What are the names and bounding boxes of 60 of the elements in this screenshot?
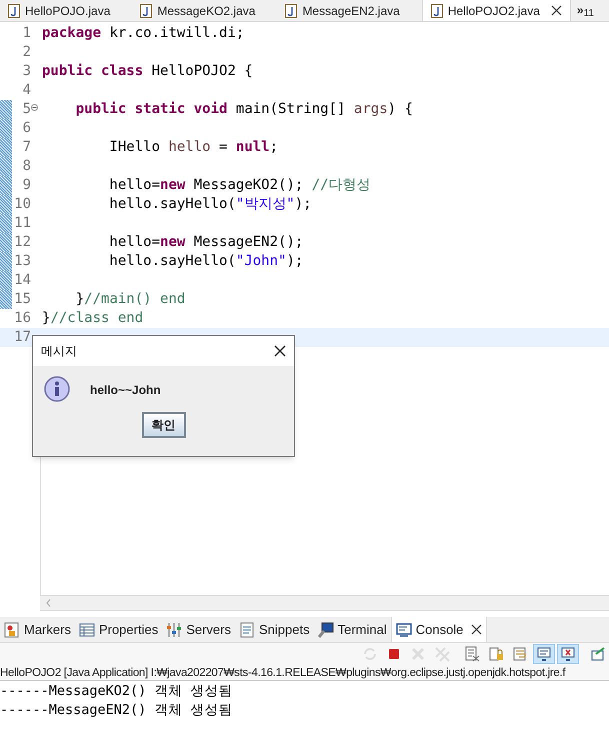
editor-tab[interactable]: MessageEN2.java: [277, 0, 408, 21]
view-tab[interactable]: Terminal: [314, 617, 391, 642]
close-icon[interactable]: [471, 624, 482, 635]
servers-view-icon: [166, 622, 182, 638]
line-number: 3: [22, 62, 31, 81]
line-number: 11: [14, 214, 31, 233]
close-icon[interactable]: [550, 5, 562, 16]
editor-tab[interactable]: HelloPOJO.java: [0, 0, 118, 21]
line-number: 2: [22, 43, 31, 62]
code-line: hello.sayHello("John");: [108, 252, 304, 271]
console-line: ------MessageKO2() 객체 생성됨: [0, 682, 234, 701]
code-line: }//class end: [41, 309, 144, 328]
line-number: 10: [14, 195, 31, 214]
line-number: 17: [14, 328, 31, 347]
view-tab[interactable]: Console: [390, 617, 488, 642]
line-number: 8: [22, 157, 31, 176]
editor-tab[interactable]: MessageKO2.java: [132, 0, 264, 21]
java-file-icon: [430, 4, 443, 18]
editor-tab[interactable]: HelloPOJO2.java: [422, 0, 571, 21]
properties-view-icon: [78, 622, 95, 638]
line-number: 5: [22, 100, 31, 119]
line-number: 9: [22, 176, 31, 195]
java-file-icon: [285, 4, 298, 18]
snippets-view-icon: [239, 622, 255, 638]
monitor-error-icon[interactable]: [557, 644, 579, 664]
code-line: IHello hello = null;: [108, 138, 278, 157]
dialog-message: hello~~John: [90, 382, 161, 398]
java-file-icon: [140, 4, 152, 18]
monitor-icon[interactable]: [533, 644, 555, 664]
view-tab[interactable]: Properties: [74, 617, 162, 642]
code-line: public static void main(String[] args) {: [74, 100, 413, 119]
line-number: 12: [14, 233, 31, 252]
collapse-icon[interactable]: [31, 104, 38, 111]
code-line: package kr.co.itwill.di;: [41, 24, 244, 43]
code-line: hello.sayHello("박지성");: [108, 195, 312, 214]
console-process-label: HelloPOJO2 [Java Application] I:₩java202207₩sts-4.16.1.RELEASE₩plugins₩org.eclipse.justj.openjdk.hotspot.jre.f: [0, 665, 609, 681]
line-number: 6: [22, 119, 31, 138]
java-file-icon: [8, 4, 20, 18]
view-tab[interactable]: Snippets: [235, 617, 314, 642]
line-number: 15: [14, 290, 31, 309]
view-tab[interactable]: Markers: [0, 617, 75, 642]
line-number: 14: [14, 271, 31, 290]
line-number: 4: [22, 81, 31, 100]
code-line: hello=new MessageEN2();: [108, 233, 304, 252]
dialog-title: 메시지: [41, 343, 77, 360]
ok-button[interactable]: 확인: [142, 412, 186, 438]
line-number: 13: [14, 252, 31, 271]
line-number: 7: [22, 138, 31, 157]
info-icon: [44, 376, 70, 403]
code-line: hello=new MessageKO2(); //다형성: [108, 176, 371, 195]
line-number: 16: [14, 309, 31, 328]
markers-view-icon: [4, 622, 20, 638]
code-line: }//main() end: [74, 290, 186, 309]
view-tab[interactable]: Servers: [162, 617, 235, 642]
console-line: ------MessageEN2() 객체 생성됨: [0, 701, 234, 720]
code-line: public class HelloPOJO2 {: [41, 62, 253, 81]
console-view-icon: [396, 622, 412, 638]
terminal-view-icon: [318, 622, 334, 638]
line-number: 1: [22, 24, 31, 43]
close-icon[interactable]: [274, 345, 286, 357]
